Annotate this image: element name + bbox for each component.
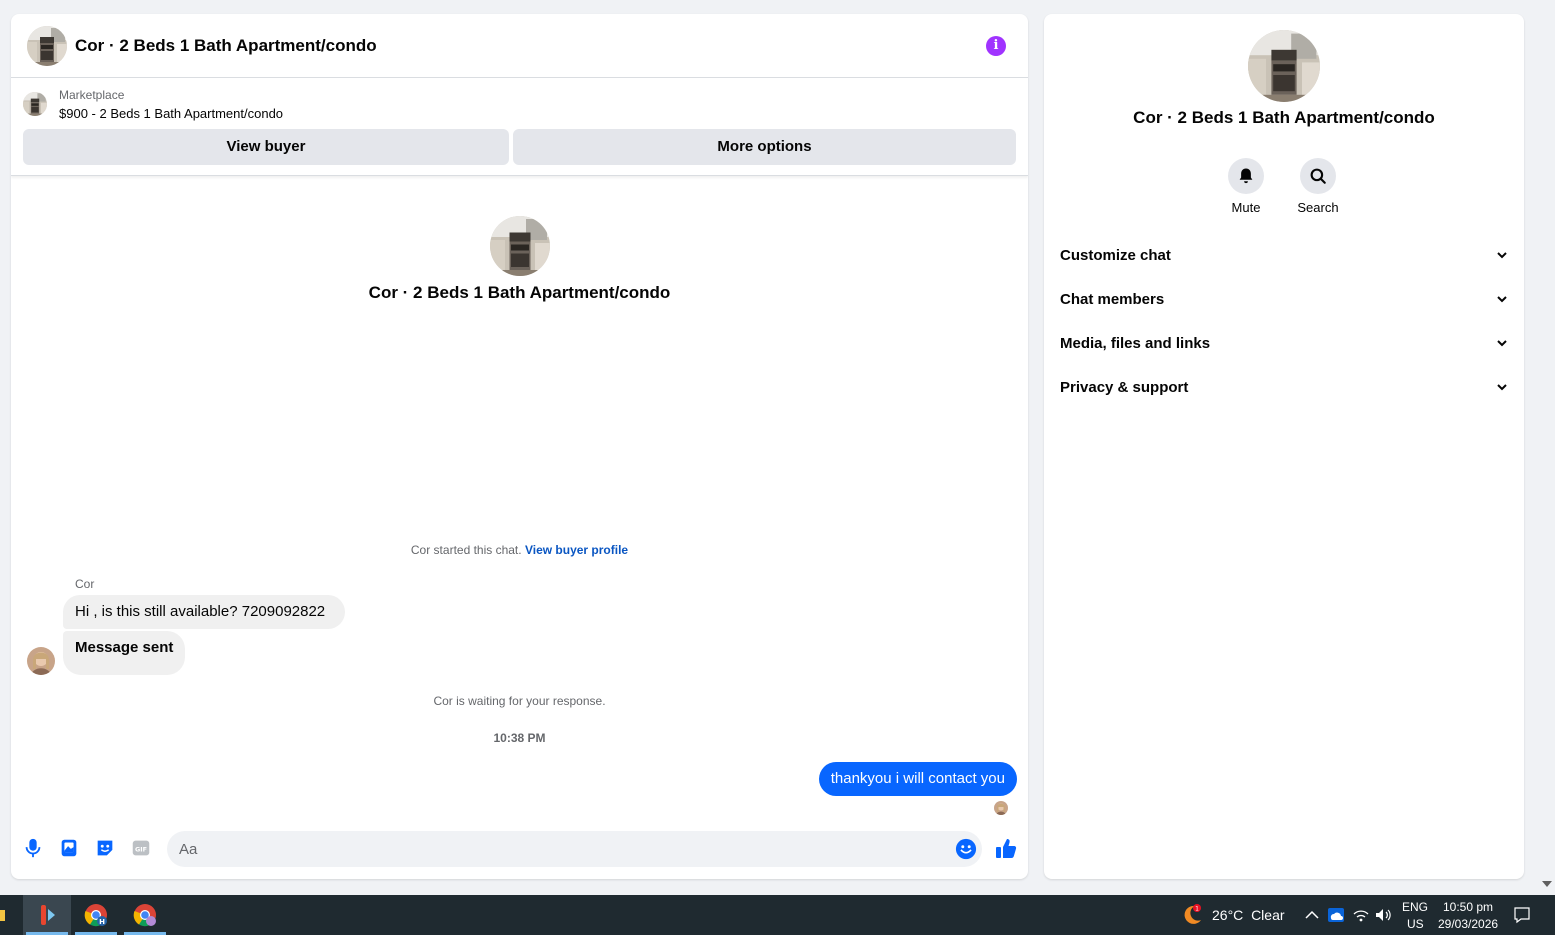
conversation-info-panel: Cor · 2 Beds 1 Bath Apartment/condo Mute… <box>1044 14 1524 879</box>
section-label: Customize chat <box>1060 246 1171 264</box>
chrome-app[interactable]: H <box>72 895 120 935</box>
message-input[interactable] <box>167 831 982 867</box>
thumbs-up-icon[interactable] <box>994 837 1018 861</box>
chat-title[interactable]: Cor · 2 Beds 1 Bath Apartment/condo <box>75 36 377 56</box>
marketplace-bar: Marketplace $900 - 2 Beds 1 Bath Apartme… <box>11 78 1028 176</box>
section-chat-members[interactable]: Chat members <box>1044 277 1524 321</box>
windows-taskbar: H 1 26°C Clear ENG US 10:50 pm 29/03/202… <box>0 895 1555 935</box>
more-options-button[interactable]: More options <box>513 129 1016 165</box>
section-label: Media, files and links <box>1060 334 1211 352</box>
view-buyer-profile-link[interactable]: View buyer profile <box>525 543 628 557</box>
taskbar-app-active[interactable] <box>23 895 71 935</box>
section-label: Privacy & support <box>1060 378 1189 396</box>
network-icon[interactable] <box>1352 906 1370 924</box>
listing-price-title[interactable]: $900 - 2 Beds 1 Bath Apartment/condo <box>59 106 283 121</box>
clock-time[interactable]: 10:50 pm <box>1443 900 1493 914</box>
svg-text:H: H <box>99 918 105 926</box>
chat-started-notice: Cor started this chat. View buyer profil… <box>11 543 1028 557</box>
incoming-message[interactable]: Message sent <box>63 631 186 675</box>
notif-count: 1 <box>1195 906 1199 913</box>
chat-panel: Cor · 2 Beds 1 Bath Apartment/condo i Ma… <box>11 14 1028 879</box>
incoming-message[interactable]: Hi , is this still available? 7209092822 <box>63 595 346 629</box>
info-icon[interactable]: i <box>986 36 1006 56</box>
clock-date[interactable]: 29/03/2026 <box>1438 917 1498 931</box>
language-top[interactable]: ENG <box>1402 900 1428 914</box>
volume-icon[interactable] <box>1374 906 1392 924</box>
search-icon <box>1310 168 1326 184</box>
sticker-icon[interactable] <box>94 837 116 859</box>
photo-icon[interactable] <box>58 837 80 859</box>
section-media-files-links[interactable]: Media, files and links <box>1044 321 1524 365</box>
folder-icon <box>0 910 5 921</box>
weather-condition: Clear <box>1251 907 1285 923</box>
message-composer: GIF <box>11 827 1028 871</box>
chrome-icon <box>133 904 156 927</box>
view-buyer-button[interactable]: View buyer <box>23 129 509 165</box>
chrome-app[interactable] <box>121 895 169 935</box>
weather-widget[interactable]: 26°C Clear <box>1212 907 1285 923</box>
info-title: Cor · 2 Beds 1 Bath Apartment/condo <box>1133 108 1435 127</box>
weather-temp: 26°C <box>1212 907 1244 923</box>
chevron-down-icon <box>1497 340 1507 347</box>
onedrive-icon[interactable] <box>1327 906 1345 924</box>
section-privacy-support[interactable]: Privacy & support <box>1044 365 1524 409</box>
outgoing-message[interactable]: thankyou i will contact you <box>818 762 1017 796</box>
mic-icon[interactable] <box>22 837 44 859</box>
svg-text:GIF: GIF <box>135 846 147 854</box>
chevron-up-icon[interactable] <box>1303 906 1321 924</box>
chevron-down-icon <box>1497 252 1507 259</box>
gif-icon[interactable]: GIF <box>130 837 152 859</box>
mute-label: Mute <box>1231 200 1261 215</box>
marketplace-listing-thumb[interactable] <box>23 92 47 116</box>
app-icon <box>41 905 55 925</box>
intro-avatar <box>490 216 550 276</box>
language-bottom[interactable]: US <box>1407 917 1424 931</box>
page-scrollbar[interactable] <box>1539 0 1555 895</box>
search-label: Search <box>1297 200 1339 215</box>
intro-title: Cor · 2 Beds 1 Bath Apartment/condo <box>368 283 671 302</box>
waiting-notice: Cor is waiting for your response. <box>433 694 606 708</box>
bell-icon <box>1239 168 1253 184</box>
section-customize-chat[interactable]: Customize chat <box>1044 233 1524 277</box>
info-avatar <box>1248 30 1320 102</box>
marketplace-label: Marketplace <box>59 88 125 102</box>
search-button[interactable]: Search <box>1288 158 1348 215</box>
mute-button[interactable]: Mute <box>1216 158 1276 215</box>
weather-moon-icon[interactable]: 1 <box>1180 903 1204 927</box>
scroll-down-arrow[interactable] <box>1542 881 1552 887</box>
emoji-icon[interactable] <box>955 838 977 860</box>
file-explorer-app[interactable] <box>0 895 10 935</box>
sender-avatar[interactable] <box>27 647 55 675</box>
sender-name: Cor <box>75 577 95 591</box>
chrome-icon: H <box>84 904 107 927</box>
notification-icon[interactable] <box>1513 906 1531 924</box>
listing-avatar[interactable] <box>27 26 67 66</box>
chat-started-text: Cor started this chat. <box>410 543 522 557</box>
chevron-down-icon <box>1497 296 1507 303</box>
section-label: Chat members <box>1060 290 1165 308</box>
chat-header: Cor · 2 Beds 1 Bath Apartment/condo i <box>11 14 1028 78</box>
seen-avatar <box>994 801 1008 815</box>
chevron-down-icon <box>1497 384 1507 391</box>
message-timestamp: 10:38 PM <box>493 731 546 745</box>
